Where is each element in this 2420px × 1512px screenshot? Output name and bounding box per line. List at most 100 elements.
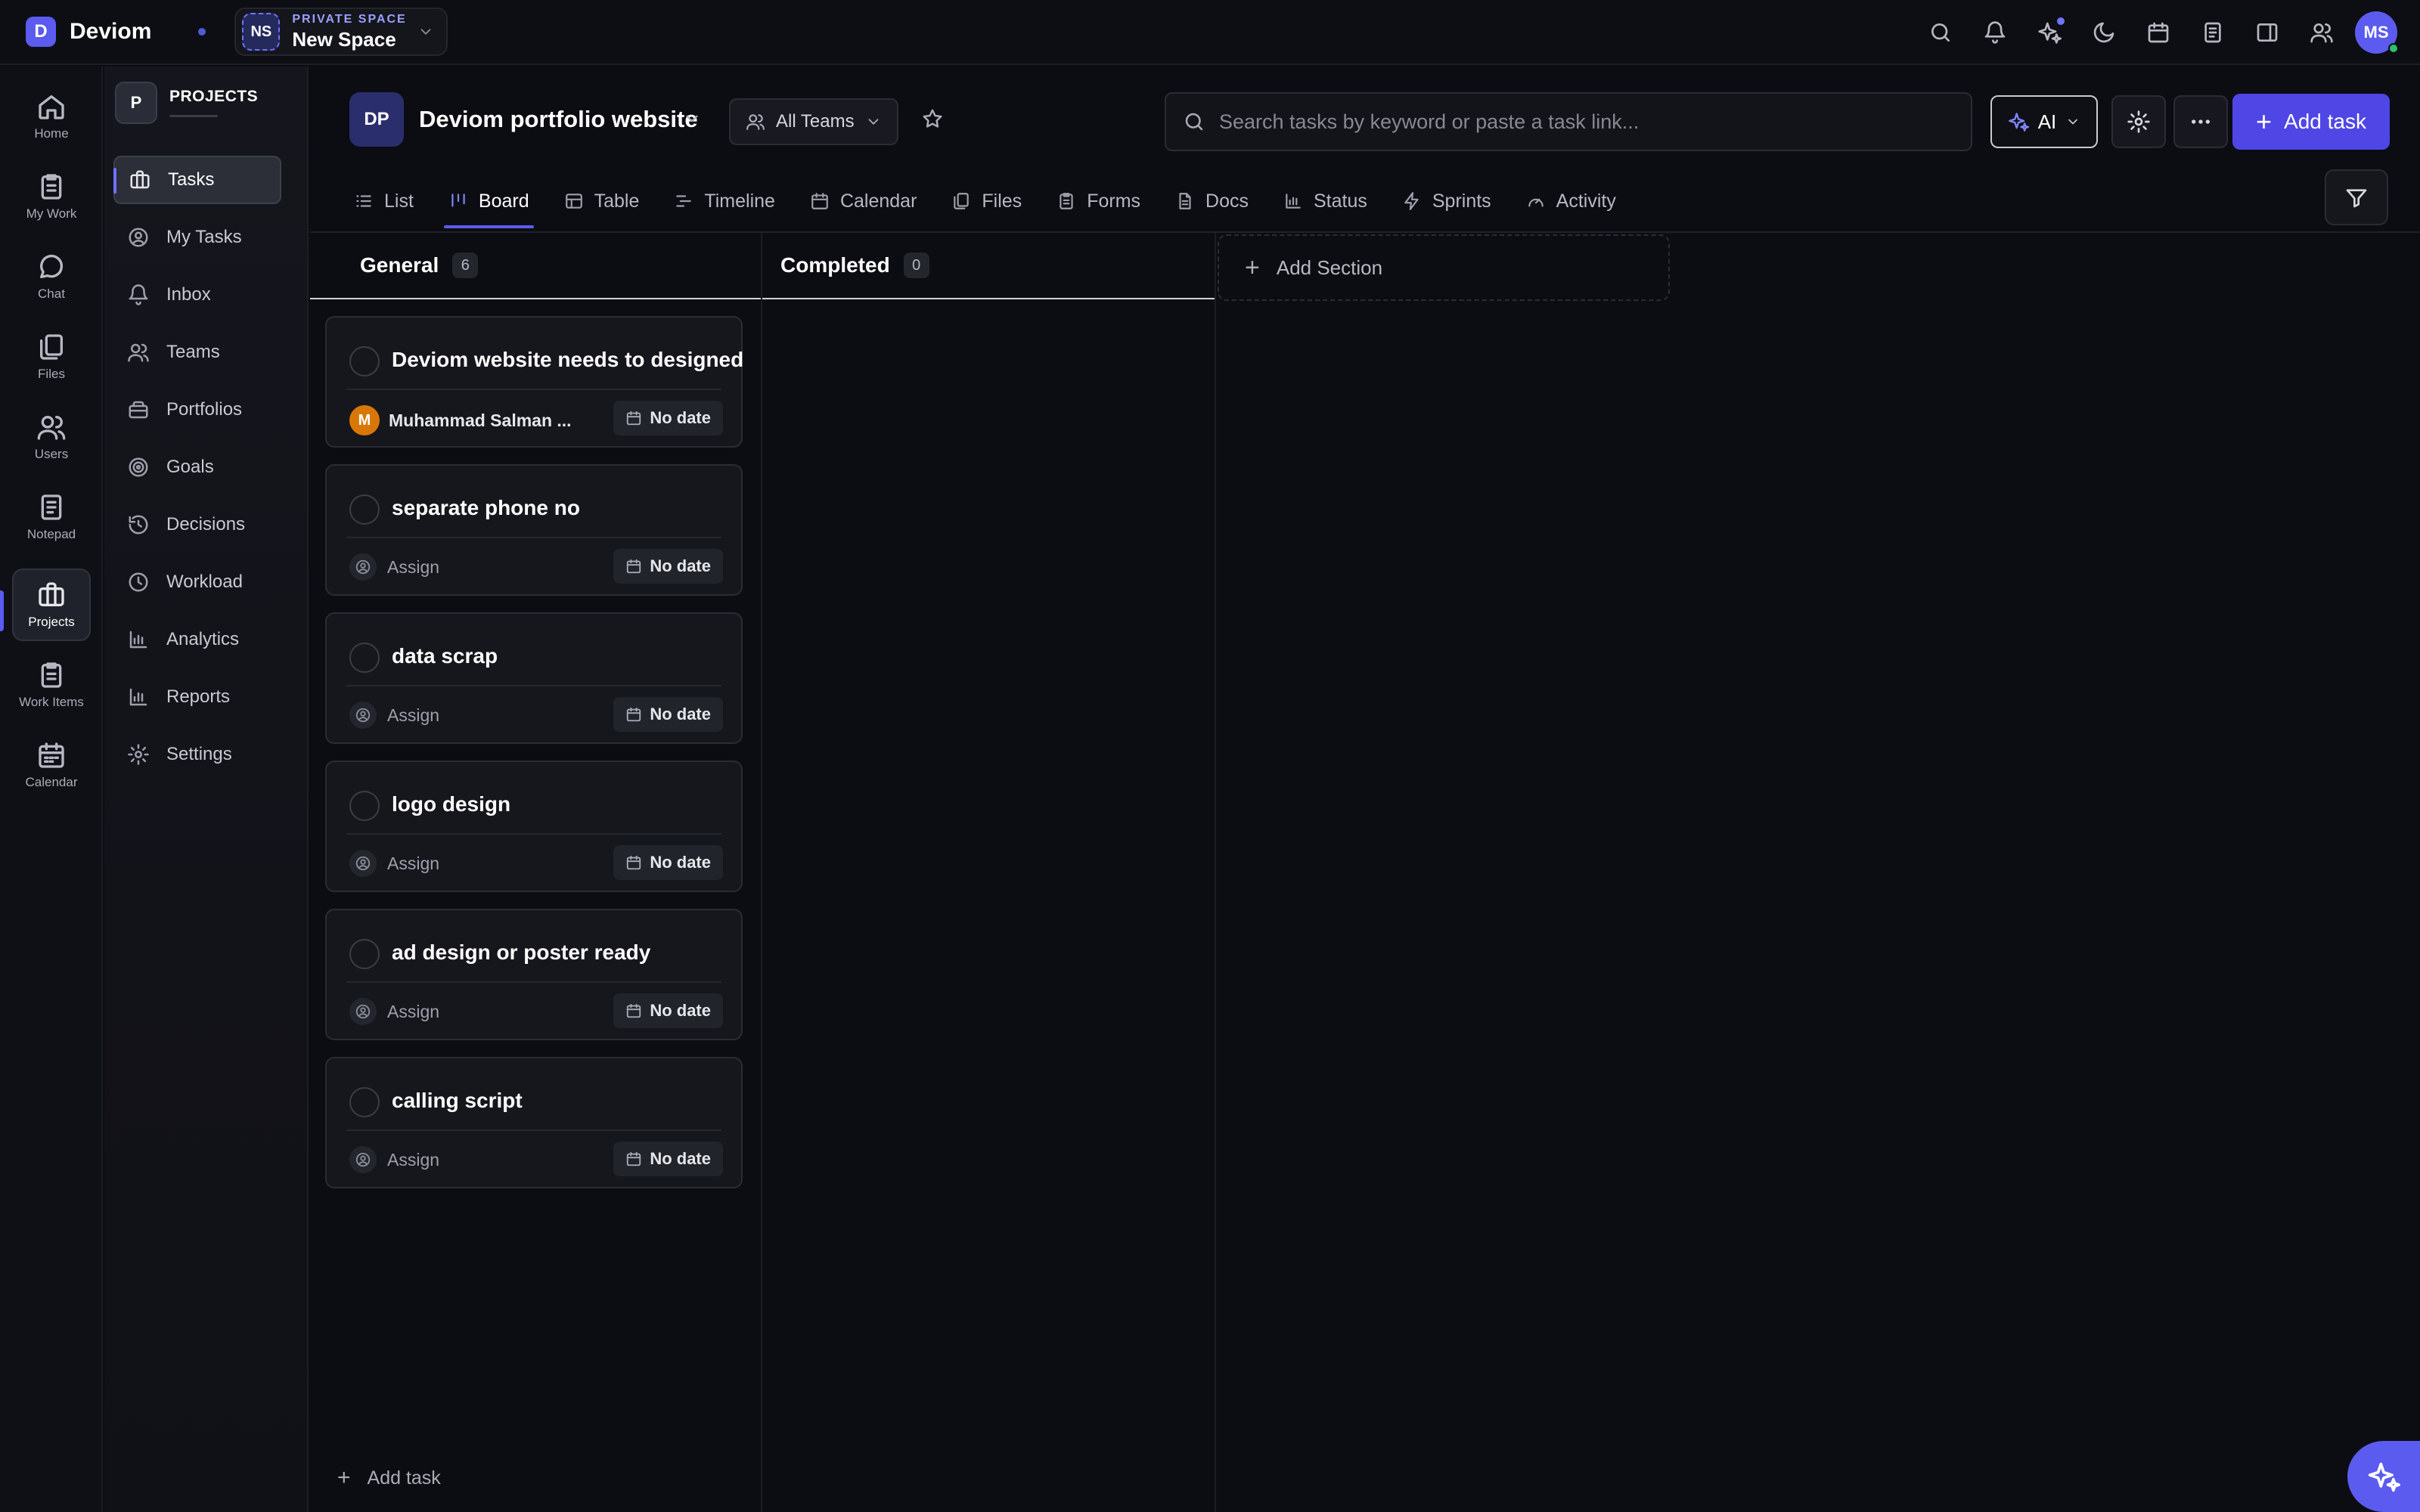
rail-item-home[interactable]: Home [12,80,91,153]
task-complete-checkbox[interactable] [349,791,380,821]
task-complete-checkbox[interactable] [349,939,380,969]
tab-activity[interactable]: Activity [1522,180,1621,222]
tab-files[interactable]: Files [947,180,1026,222]
tab-label: List [384,190,414,212]
tab-list[interactable]: List [349,180,418,222]
rail-item-work-items[interactable]: Work Items [12,649,91,721]
task-search[interactable] [1165,92,1972,151]
tab-timeline[interactable]: Timeline [669,180,780,222]
task-title: separate phone no [392,496,580,519]
task-complete-checkbox[interactable] [349,494,380,525]
sidebar-item-workload[interactable]: Workload [113,558,281,606]
task-complete-checkbox[interactable] [349,643,380,673]
ai-button[interactable]: AI [1990,95,2098,148]
sidebar-item-decisions[interactable]: Decisions [113,500,281,549]
project-title[interactable]: Deviom portfolio website [419,106,698,133]
task-card[interactable]: ad design or poster ready Assign No date [325,909,743,1040]
task-card[interactable]: data scrap Assign No date [325,612,743,744]
section-badge: P [115,82,157,124]
rail-item-notepad[interactable]: Notepad [12,481,91,553]
search-input[interactable] [1219,110,1971,134]
task-card[interactable]: Deviom website needs to designed M Muham… [325,316,743,448]
sidebar-toggle-button[interactable] [2240,5,2294,60]
tab-board[interactable]: Board [443,180,534,228]
tab-calendar[interactable]: Calendar [805,180,921,222]
task-card[interactable]: logo design Assign No date [325,761,743,892]
assign-button[interactable]: Assign [349,553,439,581]
column-header[interactable]: General 6 [310,233,761,299]
sidebar-item-settings[interactable]: Settings [113,730,281,779]
rail-item-files[interactable]: Files [12,321,91,393]
chevron-down-icon[interactable] [682,109,702,129]
section-title: PROJECTS [169,88,259,105]
card-divider [346,1129,721,1131]
assign-button[interactable]: Assign [349,998,439,1025]
filter-icon [2346,189,2367,208]
user-avatar[interactable]: MS [2355,11,2399,54]
task-card[interactable]: calling script Assign No date [325,1057,743,1188]
theme-toggle-button[interactable] [2077,5,2131,60]
task-complete-checkbox[interactable] [349,1087,380,1117]
task-complete-checkbox[interactable] [349,346,380,376]
rail-item-calendar[interactable]: Calendar [12,729,91,801]
task-assignee[interactable]: M Muhammad Salman ... [349,405,572,435]
search-button[interactable] [1913,5,1968,60]
space-switcher[interactable]: NS PRIVATE SPACE New Space [234,8,448,56]
app-name: Deviom [70,19,152,44]
assign-button[interactable]: Assign [349,1146,439,1173]
tab-sprints[interactable]: Sprints [1398,180,1496,222]
sidebar-item-reports[interactable]: Reports [113,673,281,721]
user-initials: MS [2363,23,2389,42]
filter-button[interactable] [2325,169,2388,225]
due-date-chip[interactable]: No date [613,1142,723,1176]
rail-item-chat[interactable]: Chat [12,240,91,313]
sidebar-item-my-tasks[interactable]: My Tasks [113,213,281,262]
assign-icon [349,850,377,877]
tab-status[interactable]: Status [1279,180,1372,222]
notes-button[interactable] [2186,5,2240,60]
sidebar-item-analytics[interactable]: Analytics [113,615,281,664]
rail-item-projects[interactable]: Projects [12,569,91,641]
view-tabs: List Board Table Timeline Calendar Files… [349,180,1646,233]
add-task-button[interactable]: + Add task [2232,94,2390,150]
calendar-button[interactable] [2131,5,2186,60]
sidebar-item-portfolios[interactable]: Portfolios [113,386,281,434]
column-add-task-button[interactable]: + Add task [337,1465,441,1491]
due-date-chip[interactable]: No date [613,993,723,1028]
assign-button[interactable]: Assign [349,850,439,877]
task-card[interactable]: separate phone no Assign No date [325,464,743,596]
add-section-button[interactable]: + Add Section [1218,234,1670,301]
sidebar-item-goals[interactable]: Goals [113,443,281,491]
space-avatar: NS [242,13,281,51]
favorite-button[interactable] [921,107,944,130]
notifications-button[interactable] [1968,5,2022,60]
tab-forms[interactable]: Forms [1052,180,1145,222]
rail-item-my-work[interactable]: My Work [12,160,91,233]
project-settings-button[interactable] [2111,95,2166,148]
online-indicator [2388,43,2399,54]
due-date-label: No date [650,705,711,723]
people-button[interactable] [2294,5,2349,60]
assign-button[interactable]: Assign [349,702,439,729]
tab-label: Forms [1087,190,1141,212]
teams-filter-button[interactable]: All Teams [729,98,898,145]
column-header[interactable]: Completed 0 [762,233,1215,299]
card-divider [346,537,721,538]
tab-docs[interactable]: Docs [1171,180,1253,222]
star-icon [923,109,942,128]
due-date-chip[interactable]: No date [613,845,723,880]
sidebar-item-teams[interactable]: Teams [113,328,281,376]
sidebar-item-tasks[interactable]: Tasks [113,156,281,204]
ai-assistant-fab[interactable] [2347,1441,2420,1512]
due-date-chip[interactable]: No date [613,697,723,732]
calendar-icon [811,193,828,209]
sidebar-item-inbox[interactable]: Inbox [113,271,281,319]
brand[interactable]: D Deviom [26,17,151,47]
tab-table[interactable]: Table [560,180,644,222]
ai-sparkles-button[interactable] [2022,5,2077,60]
rail-item-users[interactable]: Users [12,401,91,473]
calendar-icon [627,1151,641,1167]
due-date-chip[interactable]: No date [613,401,723,435]
more-options-button[interactable] [2173,95,2228,148]
due-date-chip[interactable]: No date [613,549,723,584]
